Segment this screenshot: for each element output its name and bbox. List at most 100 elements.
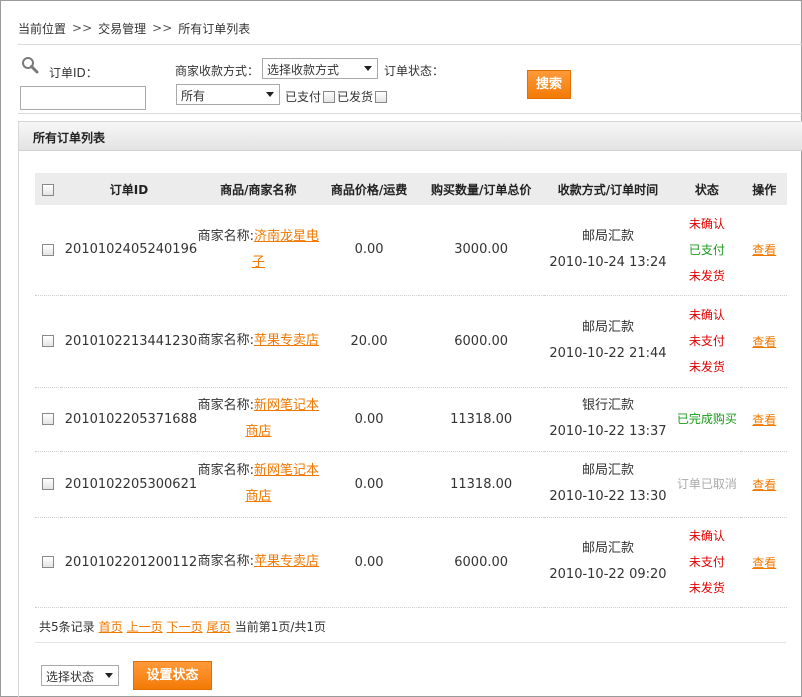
row-select-cell xyxy=(35,451,61,518)
action-cell: 查看 xyxy=(741,205,787,296)
divider xyxy=(35,642,786,643)
action-cell: 查看 xyxy=(741,451,787,518)
breadcrumb-current-position: 当前位置 xyxy=(18,21,67,36)
merchant-link[interactable]: 新网笔记本 xyxy=(254,463,319,478)
breadcrumb-all-orders: 所有订单列表 xyxy=(178,21,251,36)
order-total: 11318.00 xyxy=(418,451,544,518)
pay-time-cell: 邮局汇款 2010-10-24 13:24 xyxy=(543,205,673,296)
breadcrumb: 当前位置 >> 交易管理 >> 所有订单列表 xyxy=(18,19,250,37)
pay-method-select[interactable]: 选择收款方式 xyxy=(262,58,378,79)
order-id: 2010102213441230 xyxy=(60,295,198,388)
bulk-status-select[interactable]: 选择状态 xyxy=(41,665,119,686)
status-select[interactable]: 所有 xyxy=(176,84,280,105)
order-time: 2010-10-22 09:20 xyxy=(549,567,667,582)
order-id: 2010102205371688 xyxy=(60,387,198,452)
col-header-action: 操作 xyxy=(741,173,787,205)
pay-method: 邮局汇款 xyxy=(581,463,634,478)
status-payment: 未支付 xyxy=(688,555,725,569)
page-indicator: 当前第1页/共1页 xyxy=(234,620,327,634)
table-row: 2010102205371688 商家名称:新网笔记本 商店 0.00 11318… xyxy=(35,387,787,452)
merchant-link[interactable]: 新网笔记本 xyxy=(254,398,319,413)
shipped-checkbox-label: 已发货 xyxy=(337,90,374,104)
merchant-link[interactable]: 苹果专卖店 xyxy=(254,554,319,569)
col-header-product-merchant: 商品/商家名称 xyxy=(197,173,320,205)
merchant-link-continued[interactable]: 商店 xyxy=(245,489,271,504)
pay-time-cell: 邮局汇款 2010-10-22 13:30 xyxy=(543,451,673,518)
row-select-cell xyxy=(35,295,61,388)
shipped-filter: 已发货 xyxy=(337,88,388,105)
merchant-link[interactable]: 苹果专卖店 xyxy=(254,333,319,348)
pay-method-select-value: 选择收款方式 xyxy=(267,63,340,77)
view-link[interactable]: 查看 xyxy=(752,478,776,492)
price: 0.00 xyxy=(319,205,419,296)
search-button[interactable]: 搜索 xyxy=(527,70,571,99)
last-page-link[interactable]: 尾页 xyxy=(207,618,231,635)
first-page-link[interactable]: 首页 xyxy=(99,618,123,635)
status-payment: 已支付 xyxy=(688,242,725,257)
set-status-button[interactable]: 设置状态 xyxy=(133,661,212,690)
order-total: 6000.00 xyxy=(418,517,544,608)
row-select-cell xyxy=(35,517,61,608)
order-id: 2010102205300621 xyxy=(60,451,198,518)
order-time: 2010-10-24 13:24 xyxy=(549,254,667,270)
view-link[interactable]: 查看 xyxy=(752,243,776,257)
chevron-down-icon xyxy=(266,92,274,97)
order-id: 2010102405240196 xyxy=(60,205,198,296)
status-cell: 未确认 已支付 未发货 xyxy=(672,205,742,296)
price: 20.00 xyxy=(319,295,419,388)
row-checkbox[interactable] xyxy=(41,243,54,256)
col-header-pay-time: 收款方式/订单时间 xyxy=(543,173,673,205)
action-cell: 查看 xyxy=(741,295,787,388)
select-all-checkbox[interactable] xyxy=(41,183,54,196)
pay-method: 邮局汇款 xyxy=(581,541,634,556)
divider xyxy=(18,113,802,114)
status-shipping: 未发货 xyxy=(688,268,725,283)
divider xyxy=(18,44,802,45)
merchant-cell: 商家名称:济南龙星电子 xyxy=(197,205,320,296)
record-count: 共5条记录 xyxy=(39,620,95,634)
view-link[interactable]: 查看 xyxy=(752,556,776,570)
row-select-cell xyxy=(35,387,61,452)
breadcrumb-trade-management[interactable]: 交易管理 xyxy=(98,20,146,37)
order-id-label: 订单ID： xyxy=(49,66,98,80)
merchant-link[interactable]: 济南龙星电 xyxy=(254,229,319,244)
merchant-link-continued[interactable]: 商店 xyxy=(245,424,271,439)
view-link[interactable]: 查看 xyxy=(752,335,776,349)
status-cell: 未确认 未支付 未发货 xyxy=(672,517,742,608)
row-checkbox[interactable] xyxy=(41,413,54,425)
order-total: 6000.00 xyxy=(418,295,544,388)
view-link[interactable]: 查看 xyxy=(752,413,776,427)
status-cell: 已完成购买 xyxy=(672,387,742,452)
row-select-cell xyxy=(35,205,61,296)
orders-table: 订单ID 商品/商家名称 商品价格/运费 购买数量/订单总价 收款方式/订单时间… xyxy=(35,173,787,608)
merchant-link-continued[interactable]: 子 xyxy=(252,255,265,270)
search-icon xyxy=(22,57,39,74)
chevron-down-icon xyxy=(364,66,372,71)
order-time: 2010-10-22 13:30 xyxy=(549,489,667,504)
prev-page-link[interactable]: 上一页 xyxy=(127,618,163,635)
select-all-cell xyxy=(35,173,61,205)
action-cell: 查看 xyxy=(741,517,787,608)
pay-method: 邮局汇款 xyxy=(581,228,634,244)
merchant-cell: 商家名称:苹果专卖店 xyxy=(197,517,320,608)
status-payment: 未支付 xyxy=(688,334,725,348)
paid-checkbox-label: 已支付 xyxy=(285,90,322,104)
bulk-status-select-value: 选择状态 xyxy=(46,670,95,684)
merchant-prefix: 商家名称: xyxy=(197,463,255,478)
paid-filter: 已支付 xyxy=(285,88,336,105)
panel-title: 所有订单列表 xyxy=(19,122,802,151)
pay-method-label: 商家收款方式： xyxy=(175,64,260,78)
row-checkbox[interactable] xyxy=(41,335,54,347)
table-header-row: 订单ID 商品/商家名称 商品价格/运费 购买数量/订单总价 收款方式/订单时间… xyxy=(35,173,787,205)
col-header-status: 状态 xyxy=(672,173,742,205)
search-panel: 订单ID： 商家收款方式： 选择收款方式 订单状态： 所有 已支付 已发货 搜索 xyxy=(18,52,802,112)
price: 0.00 xyxy=(319,517,419,608)
status-cell: 订单已取消 xyxy=(672,451,742,518)
row-checkbox[interactable] xyxy=(41,556,54,568)
order-id-input[interactable] xyxy=(20,86,146,110)
row-checkbox[interactable] xyxy=(41,478,54,490)
shipped-checkbox[interactable] xyxy=(375,90,388,103)
paid-checkbox[interactable] xyxy=(323,90,336,103)
next-page-link[interactable]: 下一页 xyxy=(167,618,203,635)
breadcrumb-separator: >> xyxy=(72,21,93,35)
